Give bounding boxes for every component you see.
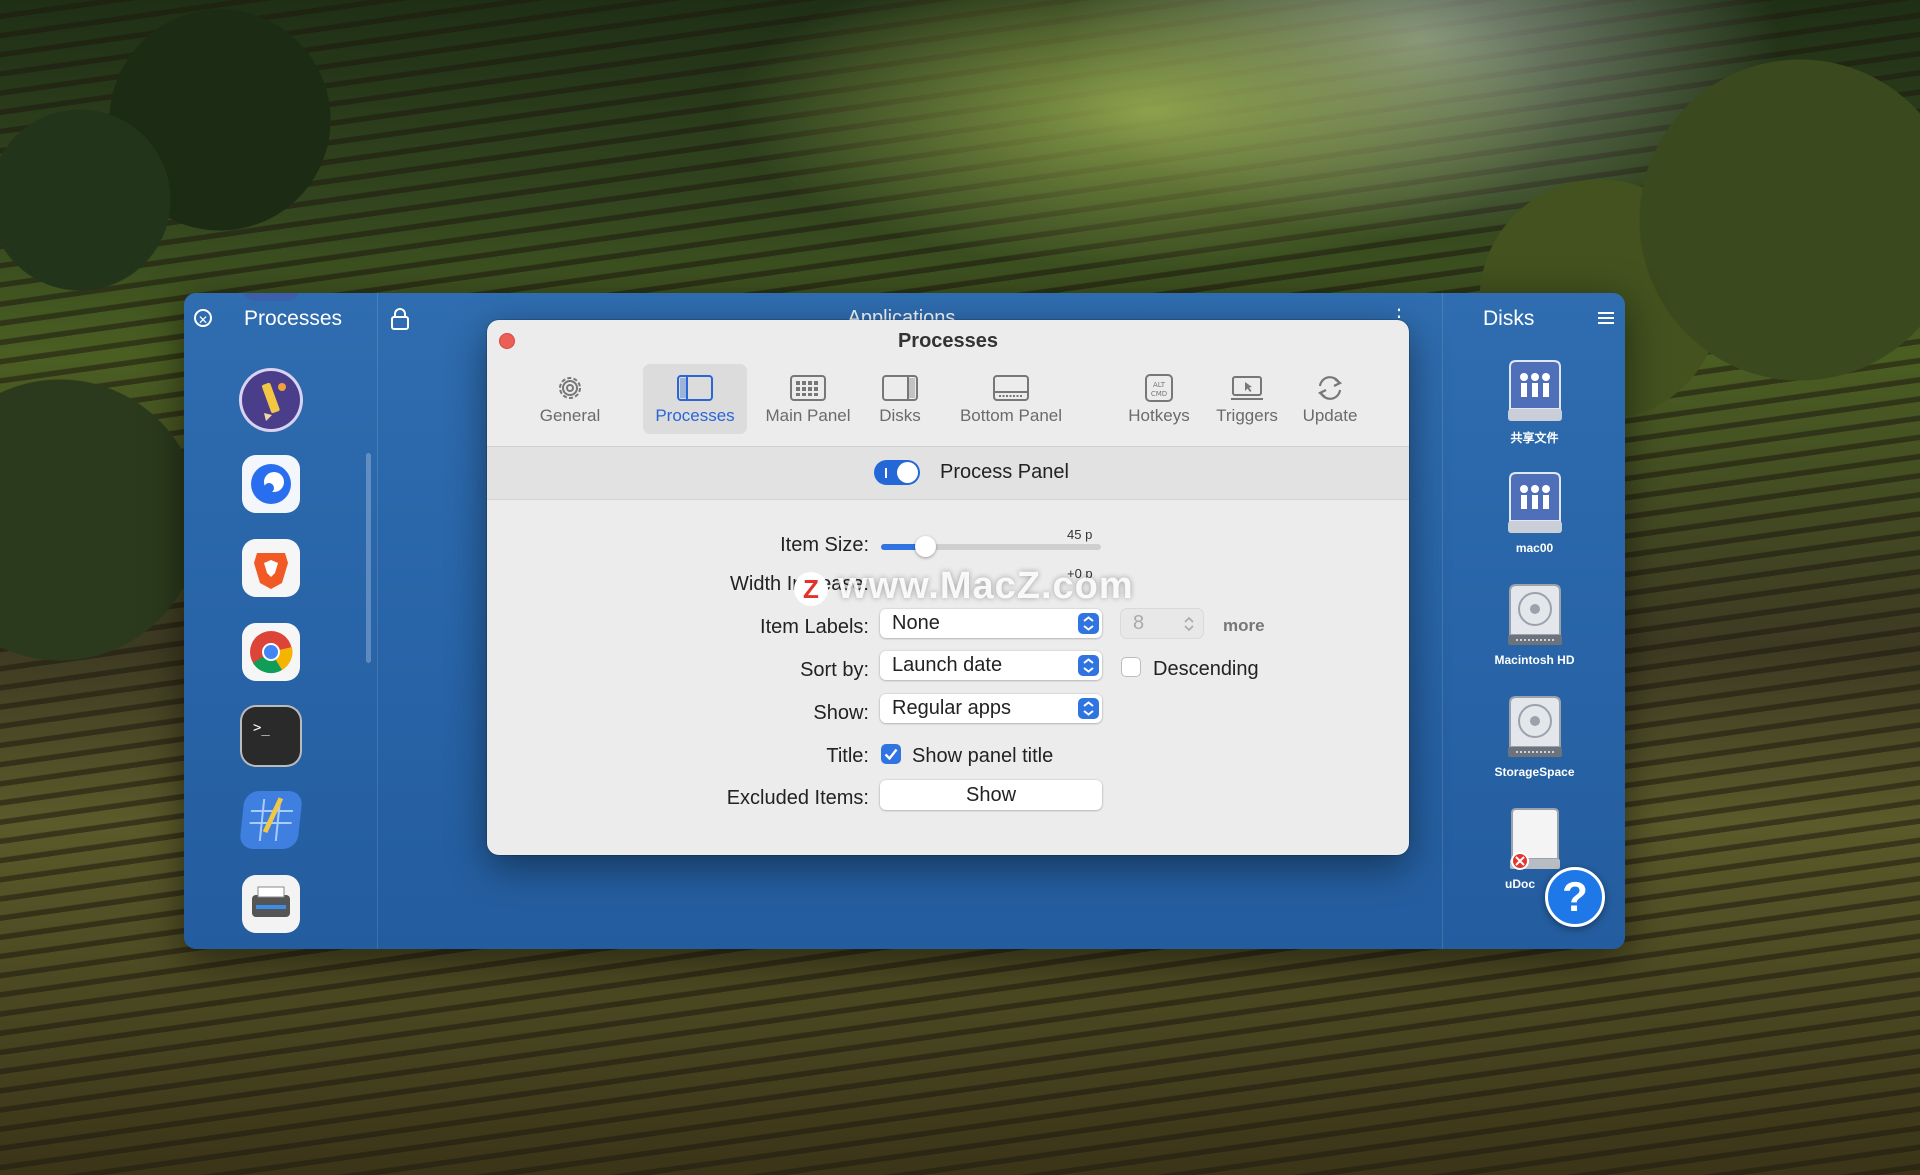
item-labels-value: None xyxy=(892,612,940,634)
hard-disk-icon xyxy=(1507,696,1562,757)
pencil-app-icon[interactable] xyxy=(242,371,300,429)
chrome-browser-icon[interactable] xyxy=(242,623,300,681)
show-panel-title-checkbox[interactable] xyxy=(881,744,901,764)
brave-browser-icon[interactable] xyxy=(242,539,300,597)
disks-panel: Disks 共享文件 mac00 Macintosh HD StorageSpa… xyxy=(1442,293,1625,949)
item-labels-stepper-value: 8 xyxy=(1133,612,1145,634)
descending-label[interactable]: Descending xyxy=(1153,658,1259,681)
close-circle-icon[interactable]: ✕ xyxy=(194,309,212,327)
tab-label: Hotkeys xyxy=(1128,406,1190,425)
tab-disks[interactable]: Disks xyxy=(867,364,933,434)
show-select[interactable]: Regular apps xyxy=(880,694,1102,723)
item-size-slider[interactable] xyxy=(881,536,1101,557)
show-value: Regular apps xyxy=(892,697,1011,719)
tab-hotkeys[interactable]: ALT CMD Hotkeys xyxy=(1117,364,1201,434)
checkmark-icon xyxy=(884,748,898,761)
disks-panel-title: Disks xyxy=(1483,307,1535,330)
tab-label: Bottom Panel xyxy=(959,406,1063,425)
excluded-items-label: Excluded Items: xyxy=(726,787,869,809)
process-panel-section: Process Panel xyxy=(487,446,1409,500)
refresh-icon xyxy=(1317,376,1343,400)
sidebar-panel-icon xyxy=(677,375,713,401)
tab-processes[interactable]: Processes xyxy=(643,364,747,434)
chevron-updown-icon xyxy=(1184,616,1194,632)
blueprint-app-icon[interactable] xyxy=(238,791,304,849)
watermark-logo: Z xyxy=(794,572,828,606)
processes-scrollbar[interactable] xyxy=(366,453,371,663)
tab-label: Processes xyxy=(655,406,735,425)
right-panel-icon xyxy=(882,375,918,401)
chevron-updown-icon xyxy=(1078,698,1099,719)
tab-bottom-panel[interactable]: Bottom Panel xyxy=(949,364,1073,434)
item-size-label: Item Size: xyxy=(780,534,869,556)
shared-folder-disk-icon xyxy=(1507,472,1562,533)
preferences-toolbar: General Processes Main Panel Disks Botto… xyxy=(487,362,1409,452)
tab-label: Triggers xyxy=(1216,406,1278,425)
descending-checkbox[interactable] xyxy=(1121,657,1141,677)
disk-macintosh-hd[interactable]: Macintosh HD xyxy=(1443,583,1625,667)
item-size-value: 45 p xyxy=(1067,527,1093,542)
tab-update[interactable]: Update xyxy=(1295,364,1365,434)
alt-cmd-key-icon: ALT CMD xyxy=(1145,374,1173,402)
browser-app-icon[interactable] xyxy=(242,455,300,513)
tab-label: Disks xyxy=(879,406,921,425)
more-link[interactable]: more xyxy=(1223,616,1265,636)
tab-label: General xyxy=(539,406,601,425)
tab-main-panel[interactable]: Main Panel xyxy=(757,364,859,434)
item-labels-label: Item Labels: xyxy=(760,616,869,638)
dialog-title: Processes xyxy=(897,330,999,352)
show-label: Show: xyxy=(813,702,869,724)
grid-panel-icon xyxy=(790,375,826,401)
processes-panel-title: Processes xyxy=(244,307,343,330)
tab-label: Update xyxy=(1302,406,1358,425)
hard-disk-icon xyxy=(1507,584,1562,645)
terminal-app-icon[interactable]: >_ xyxy=(242,707,300,765)
tab-triggers[interactable]: Triggers xyxy=(1205,364,1289,434)
disk-label: 共享文件 xyxy=(1510,431,1559,445)
item-labels-select[interactable]: None xyxy=(880,609,1102,638)
watermark-text: www.MacZ.com xyxy=(838,565,1134,607)
disk-shared-files[interactable]: 共享文件 xyxy=(1443,359,1625,446)
hamburger-menu-icon[interactable] xyxy=(1598,311,1614,325)
sort-by-value: Launch date xyxy=(892,654,1003,676)
bottom-panel-icon xyxy=(993,375,1029,401)
processes-panel: ✕ Processes >_ xyxy=(184,293,378,949)
chevron-updown-icon xyxy=(1078,613,1099,634)
svg-text:CMD: CMD xyxy=(1151,390,1167,398)
item-labels-stepper[interactable]: 8 xyxy=(1121,609,1203,638)
partial-app-icon[interactable] xyxy=(242,293,300,301)
tab-label: Main Panel xyxy=(765,406,851,425)
show-panel-title-label[interactable]: Show panel title xyxy=(912,745,1053,768)
shared-folder-disk-icon xyxy=(1507,360,1562,421)
disk-label: mac00 xyxy=(1515,541,1554,555)
process-panel-toggle[interactable] xyxy=(874,460,920,485)
disk-label: StorageSpace xyxy=(1494,765,1575,779)
sort-by-select[interactable]: Launch date xyxy=(880,651,1102,680)
process-panel-label: Process Panel xyxy=(940,461,1069,483)
disk-label: Macintosh HD xyxy=(1494,653,1575,667)
sort-by-label: Sort by: xyxy=(800,659,869,681)
chevron-updown-icon xyxy=(1078,655,1099,676)
removable-disk-icon xyxy=(1509,808,1560,870)
disk-storagespace[interactable]: StorageSpace xyxy=(1443,695,1625,779)
title-label: Title: xyxy=(826,745,869,767)
scanner-app-icon[interactable] xyxy=(242,875,300,933)
svg-text:ALT: ALT xyxy=(1153,381,1166,389)
svg-text:>_: >_ xyxy=(253,720,270,736)
show-excluded-button[interactable]: Show xyxy=(880,780,1102,810)
tab-general[interactable]: General xyxy=(527,364,613,434)
disk-mac00[interactable]: mac00 xyxy=(1443,471,1625,555)
trigger-screen-icon xyxy=(1231,376,1263,400)
help-button[interactable]: ? xyxy=(1545,867,1605,927)
gear-icon xyxy=(559,377,581,399)
